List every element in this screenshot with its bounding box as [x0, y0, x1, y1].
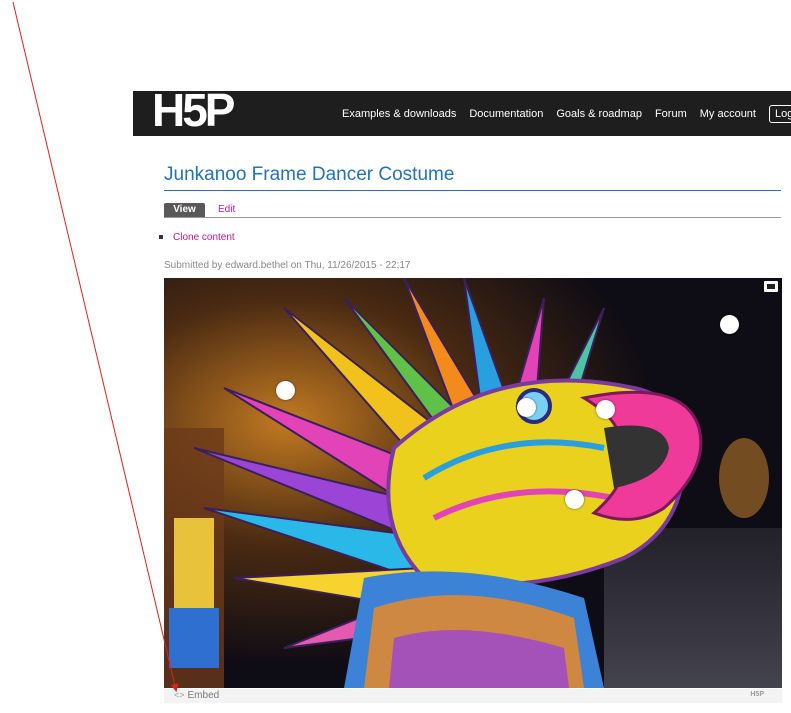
nav-my-account[interactable]: My account: [700, 108, 756, 120]
list-bullet: [159, 235, 163, 240]
hotspot-2[interactable]: [720, 315, 739, 334]
clone-content-link[interactable]: Clone content: [173, 232, 235, 243]
embed-code-icon: <>: [174, 690, 185, 700]
action-links: Clone content: [159, 232, 235, 243]
content-tabs: View Edit: [164, 203, 781, 218]
site-header: H5P Examples & downloads Documentation G…: [133, 87, 791, 136]
hotspot-1[interactable]: [276, 381, 295, 400]
hotspot-5[interactable]: [565, 490, 584, 509]
page-title: Junkanoo Frame Dancer Costume: [164, 164, 455, 185]
tab-view[interactable]: View: [164, 203, 205, 217]
hotspot-4[interactable]: [596, 400, 615, 419]
image-hotspots-area: [164, 278, 782, 688]
fullscreen-button[interactable]: [764, 281, 778, 292]
main-nav: Examples & downloads Documentation Goals…: [342, 91, 791, 136]
embed-button[interactable]: <> Embed: [174, 690, 219, 701]
nav-forum[interactable]: Forum: [655, 108, 687, 120]
title-divider: [164, 190, 781, 191]
nav-documentation[interactable]: Documentation: [469, 108, 543, 120]
h5p-footer: <> Embed H5P: [164, 689, 782, 703]
submitted-info: Submitted by edward.bethel on Thu, 11/26…: [164, 260, 411, 271]
costume-image: [164, 278, 782, 688]
nav-goals-roadmap[interactable]: Goals & roadmap: [556, 108, 642, 120]
hotspot-3[interactable]: [517, 398, 536, 417]
logout-button[interactable]: Log out: [768, 104, 791, 123]
nav-examples-downloads[interactable]: Examples & downloads: [342, 108, 456, 120]
h5p-footer-logo[interactable]: H5P: [750, 691, 764, 698]
h5p-logo[interactable]: H5P: [152, 87, 236, 133]
embed-label: Embed: [187, 690, 220, 701]
tab-edit[interactable]: Edit: [218, 203, 235, 217]
